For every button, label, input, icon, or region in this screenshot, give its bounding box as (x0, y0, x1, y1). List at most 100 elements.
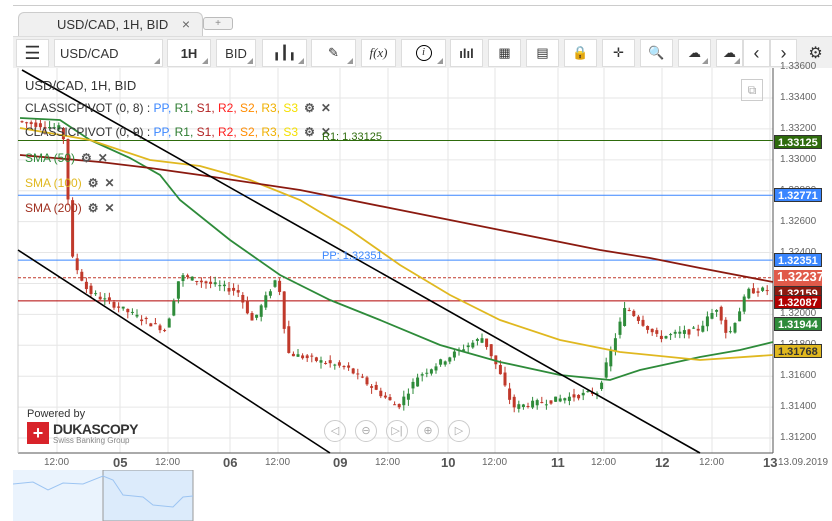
sep: : (143, 101, 154, 115)
price-tick: 1.31200 (780, 432, 817, 443)
pivot-item-s3: S3 (283, 101, 299, 115)
candle-body (107, 297, 111, 301)
pivot-name: CLASSICPIVOT (0, 8) (25, 101, 144, 115)
candle-body (475, 339, 479, 341)
close-icon[interactable]: ✕ (321, 101, 331, 115)
info-button[interactable]: i (401, 39, 446, 67)
gear-icon[interactable]: ⚙ (304, 125, 315, 139)
chart-type-button[interactable]: ╻┃╻ (262, 39, 307, 67)
candle-body (342, 365, 346, 368)
time-tick: 10 (441, 455, 456, 470)
candle-body (669, 334, 673, 336)
candle-body (678, 331, 682, 334)
prev-button[interactable]: ‹ (743, 39, 770, 67)
candle-body (692, 327, 696, 329)
price-label-box: 1.32237 (774, 270, 824, 286)
candle-body (471, 342, 475, 348)
close-icon[interactable]: ✕ (98, 151, 108, 165)
close-tab-icon[interactable]: × (182, 16, 190, 32)
candle-body (715, 310, 719, 312)
candle-body (250, 313, 254, 321)
candle-body (687, 329, 691, 335)
add-tab-button[interactable]: + (203, 17, 233, 30)
drawing-button[interactable]: ✎ (311, 39, 356, 67)
close-icon[interactable]: ✕ (104, 176, 114, 190)
candle-body (264, 295, 268, 308)
price-tick: 1.33000 (780, 153, 817, 165)
navigator-selection (102, 470, 194, 521)
candle-body (351, 368, 355, 374)
pivot-item-s1: S1, (196, 101, 219, 115)
r1-line-label: R1: 1.33125 (322, 131, 382, 143)
go-to-end-button[interactable]: ▷| (386, 420, 408, 442)
candle-body (600, 382, 604, 389)
candle-body (383, 395, 387, 398)
candle-body (153, 323, 157, 325)
candle-body (756, 291, 760, 293)
time-tick: 12:00 (699, 457, 725, 468)
candle-body (117, 306, 121, 308)
menu-button[interactable]: ☰ (16, 39, 49, 67)
side-select[interactable]: BID (216, 39, 256, 67)
chart-title: USD/CAD, 1H, BID (25, 78, 137, 93)
zoom-in-button[interactable]: ⊕ (417, 420, 439, 442)
news-button[interactable]: ▤ (526, 39, 559, 67)
bar-chart-icon: ılıl (459, 45, 474, 61)
zoom-in-icon: ⊕ (423, 425, 433, 437)
candle-body (356, 373, 360, 375)
upload-button[interactable]: ☁ (678, 39, 711, 67)
candle-body (632, 310, 636, 317)
calendar-button[interactable]: ▦ (488, 39, 521, 67)
close-icon[interactable]: ✕ (104, 201, 114, 215)
candle-body (163, 330, 167, 332)
download-button[interactable]: ☁ (716, 39, 743, 67)
lock-button[interactable]: 🔒 (564, 39, 597, 67)
gear-icon[interactable]: ⚙ (88, 176, 99, 190)
candle-body (218, 285, 222, 287)
tab-usdcad[interactable]: USD/CAD, 1H, BID × (18, 12, 203, 36)
expand-icon[interactable]: ⧉ (741, 79, 763, 101)
scroll-left-button[interactable]: ◁ (324, 420, 346, 442)
gear-icon[interactable]: ⚙ (81, 151, 92, 165)
candle-body (659, 335, 663, 340)
candle-body (705, 316, 709, 327)
instrument-select[interactable]: USD/CAD (54, 39, 163, 67)
candle-body (627, 310, 631, 312)
candle-body (89, 285, 93, 294)
brand-name: DUKASCOPY (53, 421, 138, 437)
hamburger-icon: ☰ (24, 42, 41, 63)
volume-button[interactable]: ılıl (450, 39, 483, 67)
indicators-button[interactable]: f(x) (361, 39, 396, 67)
function-icon: f(x) (369, 45, 388, 60)
gear-icon[interactable]: ⚙ (88, 201, 99, 215)
candle-body (121, 306, 125, 309)
period-select[interactable]: 1H (167, 39, 211, 67)
gear-icon[interactable]: ⚙ (304, 101, 315, 115)
candle-body (75, 258, 79, 271)
powered-by: Powered by (27, 408, 86, 420)
candle-body (112, 302, 116, 308)
sma200-legend: SMA (200) ⚙ ✕ (25, 201, 115, 215)
candle-body (301, 355, 305, 359)
candle-body (517, 404, 521, 409)
chevron-left-icon: ‹ (753, 42, 760, 63)
candlestick-icon: ╻┃╻ (272, 45, 297, 60)
candle-body (613, 338, 617, 351)
candle-body (181, 275, 185, 282)
candle-body (393, 404, 397, 406)
zoom-button[interactable]: 🔍 (640, 39, 673, 67)
scroll-right-button[interactable]: ▷ (448, 420, 470, 442)
time-tick: 12:00 (155, 457, 181, 468)
candle-body (425, 372, 429, 374)
zoom-out-button[interactable]: ⊖ (355, 420, 377, 442)
price-tick: 1.31600 (780, 370, 817, 382)
navigator-overview[interactable] (13, 470, 832, 521)
crosshair-button[interactable]: ✛ (602, 39, 635, 67)
candle-body (443, 361, 447, 365)
candle-body (664, 336, 668, 339)
info-icon: i (415, 45, 432, 61)
candle-body (508, 388, 512, 400)
candle-body (728, 331, 732, 333)
time-tick: 12:00 (44, 457, 70, 468)
candle-body (480, 338, 484, 343)
